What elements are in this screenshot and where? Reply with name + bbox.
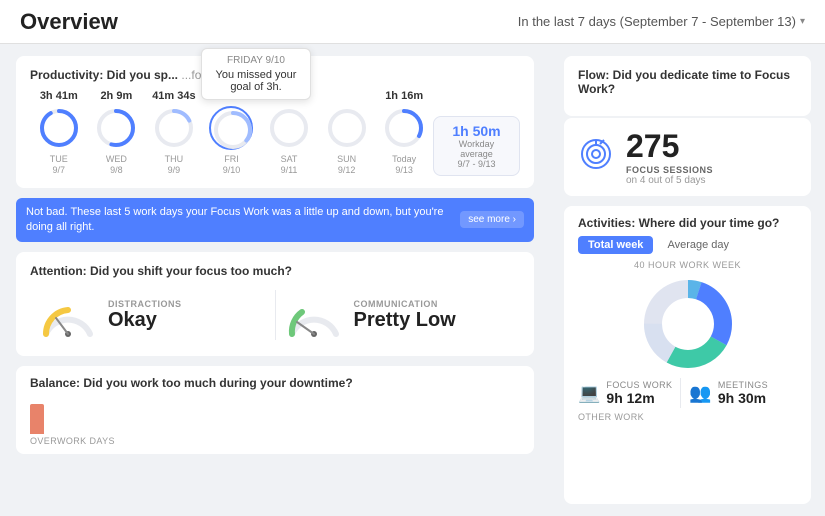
day-sat-circle bbox=[267, 106, 311, 150]
other-work-label: OTHER WORK bbox=[578, 412, 797, 422]
donut-chart bbox=[578, 274, 797, 374]
date-range-label: In the last 7 days (September 7 - Septem… bbox=[518, 14, 796, 29]
focus-work-label: FOCUS WORK bbox=[606, 380, 672, 390]
workday-avg-time: 1h 50m bbox=[452, 123, 500, 139]
communication-info: COMMUNICATION Pretty Low bbox=[354, 299, 456, 332]
activities-title: Activities: Where did your time go? bbox=[578, 216, 797, 230]
day-tue-time: 3h 41m bbox=[40, 90, 78, 102]
tooltip-text: You missed your goal of 3h. bbox=[212, 69, 300, 93]
day-tue-circle bbox=[37, 106, 81, 150]
balance-card: Balance: Did you work too much during yo… bbox=[16, 366, 534, 454]
day-sun-circle bbox=[325, 106, 369, 150]
date-range-selector[interactable]: In the last 7 days (September 7 - Septem… bbox=[518, 14, 805, 29]
distractions-gauge: DISTRACTIONS Okay bbox=[30, 286, 275, 344]
day-today-time: 1h 16m bbox=[385, 90, 423, 102]
stats-divider bbox=[680, 378, 681, 408]
flow-sessions-label: FOCUS SESSIONS bbox=[626, 165, 713, 175]
focus-work-icon: 💻 bbox=[578, 383, 600, 404]
tab-average-day[interactable]: Average day bbox=[657, 236, 739, 254]
day-today-label: Today9/13 bbox=[392, 154, 416, 176]
day-sat: - SAT9/11 bbox=[260, 90, 318, 176]
tooltip-date: FRIDAY 9/10 bbox=[212, 55, 300, 66]
overwork-bar bbox=[30, 404, 44, 434]
work-week-label: 40 HOUR WORK WEEK bbox=[578, 260, 797, 270]
day-fri: 1h 23m FRI9/10 bbox=[203, 90, 261, 176]
distractions-info: DISTRACTIONS Okay bbox=[108, 299, 182, 332]
distractions-label: DISTRACTIONS bbox=[108, 299, 182, 309]
tab-total-week[interactable]: Total week bbox=[578, 236, 653, 254]
flow-info: Flow: Did you dedicate time to Focus Wor… bbox=[578, 68, 797, 104]
attention-card: Attention: Did you shift your focus too … bbox=[16, 252, 534, 356]
banner-text: Not bad. These last 5 work days your Foc… bbox=[26, 205, 452, 236]
activity-stats: 💻 FOCUS WORK 9h 12m 👥 MEETINGS 9h 30m bbox=[578, 378, 797, 408]
meetings-stat: 👥 MEETINGS 9h 30m bbox=[689, 378, 768, 408]
chevron-down-icon: ▾ bbox=[800, 16, 805, 27]
productivity-card: Productivity: Did you sp... ...focus Wor… bbox=[16, 56, 534, 188]
meetings-value: 9h 30m bbox=[718, 390, 768, 406]
day-thu-circle bbox=[152, 106, 196, 150]
meetings-label: MEETINGS bbox=[718, 380, 768, 390]
flow-days-label: on 4 out of 5 days bbox=[626, 175, 713, 186]
day-today: 1h 16m Today9/13 bbox=[375, 90, 433, 176]
header: Overview In the last 7 days (September 7… bbox=[0, 0, 825, 44]
day-tue: 3h 41m TUE9/7 bbox=[30, 90, 88, 176]
day-thu-time: 41m 34s bbox=[152, 90, 195, 102]
days-row: 3h 41m TUE9/7 2h 9m bbox=[30, 90, 520, 176]
see-more-button[interactable]: see more › bbox=[460, 211, 524, 228]
day-thu: 41m 34s THU9/9 bbox=[145, 90, 203, 176]
communication-gauge-svg bbox=[284, 290, 344, 340]
day-wed-circle bbox=[94, 106, 138, 150]
gauge-row: DISTRACTIONS Okay bbox=[30, 286, 520, 344]
focus-work-stat: 💻 FOCUS WORK 9h 12m bbox=[578, 378, 672, 408]
day-fri-circle bbox=[209, 106, 253, 150]
meetings-icon: 👥 bbox=[689, 383, 711, 404]
tooltip: FRIDAY 9/10 You missed your goal of 3h. bbox=[201, 48, 311, 100]
left-panel: Productivity: Did you sp... ...focus Wor… bbox=[0, 44, 550, 516]
communication-gauge: COMMUNICATION Pretty Low bbox=[276, 286, 521, 344]
flow-card: Flow: Did you dedicate time to Focus Wor… bbox=[564, 56, 811, 116]
day-thu-label: THU9/9 bbox=[165, 154, 184, 176]
day-sun-label: SUN9/12 bbox=[337, 154, 356, 176]
activities-card: Activities: Where did your time go? Tota… bbox=[564, 206, 811, 504]
day-today-circle bbox=[382, 106, 426, 150]
flow-numbers: 275 FOCUS SESSIONS on 4 out of 5 days bbox=[626, 128, 713, 186]
focus-work-info: FOCUS WORK 9h 12m bbox=[606, 380, 672, 406]
day-sun: - SUN9/12 bbox=[318, 90, 376, 176]
workday-avg-label: Workday average9/7 - 9/13 bbox=[442, 139, 511, 169]
distractions-gauge-svg bbox=[38, 290, 98, 340]
communication-value: Pretty Low bbox=[354, 309, 456, 332]
right-panel: Flow: Did you dedicate time to Focus Wor… bbox=[550, 44, 825, 516]
focus-banner: Not bad. These last 5 work days your Foc… bbox=[16, 198, 534, 243]
day-wed-time: 2h 9m bbox=[100, 90, 132, 102]
balance-title: Balance: Did you work too much during yo… bbox=[30, 376, 520, 390]
focus-work-value: 9h 12m bbox=[606, 390, 672, 406]
workday-average: 1h 50m Workday average9/7 - 9/13 bbox=[433, 116, 520, 176]
overwork-label: OVERWORK DAYS bbox=[30, 436, 520, 446]
main-content: Productivity: Did you sp... ...focus Wor… bbox=[0, 44, 825, 516]
flow-stats-card: 275 FOCUS SESSIONS on 4 out of 5 days bbox=[564, 118, 811, 196]
meetings-info: MEETINGS 9h 30m bbox=[718, 380, 768, 406]
day-tue-label: TUE9/7 bbox=[50, 154, 68, 176]
day-wed: 2h 9m WED9/8 bbox=[88, 90, 146, 176]
flow-icon bbox=[578, 136, 614, 179]
attention-title: Attention: Did you shift your focus too … bbox=[30, 264, 520, 278]
page-title: Overview bbox=[20, 9, 118, 35]
communication-label: COMMUNICATION bbox=[354, 299, 456, 309]
activities-tabs: Total week Average day bbox=[578, 236, 797, 254]
flow-title: Flow: Did you dedicate time to Focus Wor… bbox=[578, 68, 797, 96]
distractions-value: Okay bbox=[108, 309, 182, 332]
day-sat-label: SAT9/11 bbox=[281, 154, 298, 176]
flow-count: 275 bbox=[626, 128, 713, 165]
day-wed-label: WED9/8 bbox=[106, 154, 127, 176]
day-fri-label: FRI9/10 bbox=[223, 154, 241, 176]
